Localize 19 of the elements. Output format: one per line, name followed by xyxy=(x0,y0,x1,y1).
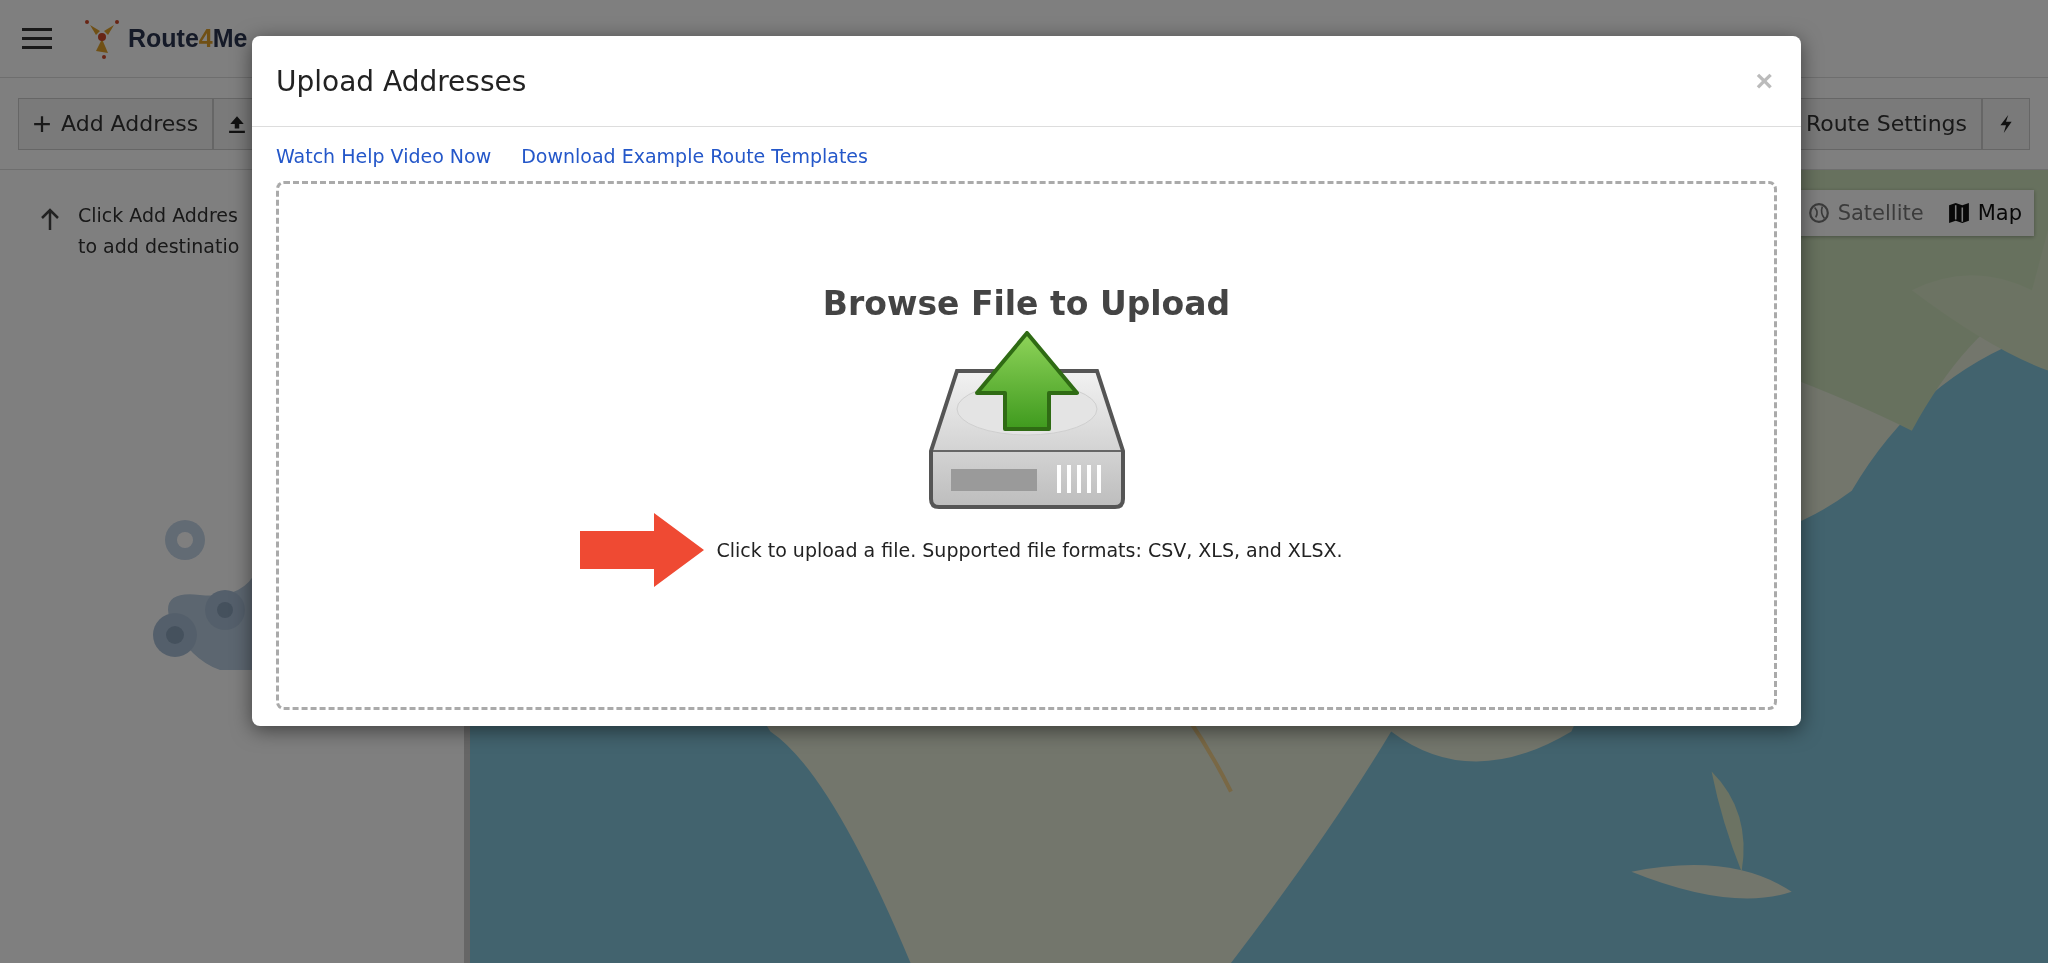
add-address-button[interactable]: Add Address xyxy=(18,97,214,150)
dropzone-title: Browse File to Upload xyxy=(822,284,1231,323)
empty-route-hint: Click Add Addres to add destinatio xyxy=(78,203,240,259)
upload-icon xyxy=(228,114,247,133)
help-video-link[interactable]: Watch Help Video Now xyxy=(276,145,492,167)
globe-icon xyxy=(1807,202,1830,224)
template-download-link[interactable]: Download Example Route Templates xyxy=(521,145,868,167)
dialog-title: Upload Addresses xyxy=(276,64,527,98)
plus-icon xyxy=(33,114,51,133)
arrow-icon xyxy=(580,513,705,587)
menu-icon[interactable] xyxy=(22,27,52,50)
map-button[interactable]: Map xyxy=(1935,190,2034,236)
file-dropzone[interactable]: Browse File to Upload Click to upload a file. Supported file formats: CSV, XLS, and XLSX. xyxy=(276,181,1777,710)
upload-instructions: Click to upload a file. Supported file formats: CSV, XLS, and XLSX. xyxy=(716,539,1343,561)
logo-text[interactable]: Route4Me xyxy=(128,24,248,53)
map-icon xyxy=(1947,202,1970,224)
up-arrow-icon xyxy=(40,208,60,232)
logo-icon xyxy=(84,18,120,59)
drive-upload-icon xyxy=(926,331,1127,511)
